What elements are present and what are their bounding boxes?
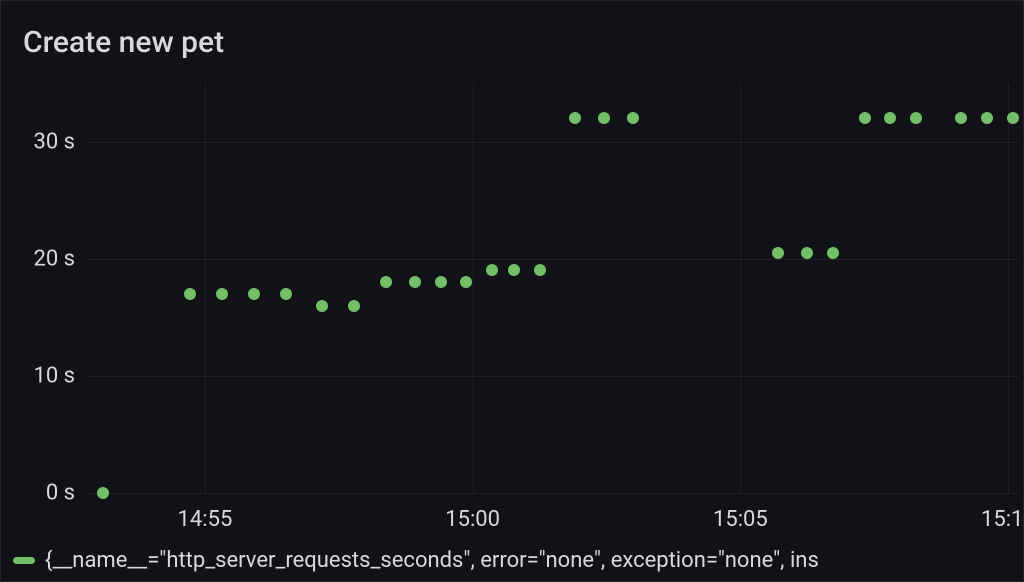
data-point[interactable] — [508, 264, 520, 276]
data-point[interactable] — [97, 487, 109, 499]
data-point[interactable] — [955, 112, 967, 124]
data-point[interactable] — [380, 276, 392, 288]
data-point[interactable] — [627, 112, 639, 124]
data-point[interactable] — [486, 264, 498, 276]
data-point[interactable] — [910, 112, 922, 124]
data-point[interactable] — [348, 300, 360, 312]
data-point[interactable] — [409, 276, 421, 288]
gridline-v — [740, 83, 741, 493]
data-point[interactable] — [216, 288, 228, 300]
x-tick-label: 15:10 — [981, 507, 1024, 532]
data-point[interactable] — [598, 112, 610, 124]
data-point[interactable] — [569, 112, 581, 124]
legend-swatch — [13, 557, 35, 564]
data-point[interactable] — [884, 112, 896, 124]
data-point[interactable] — [280, 288, 292, 300]
x-tick-label: 15:00 — [445, 507, 500, 532]
y-tick-label: 0 s — [46, 481, 75, 506]
x-tick-label: 14:55 — [178, 507, 233, 532]
legend-label: {__name__="http_server_requests_seconds"… — [45, 548, 819, 573]
y-tick-label: 10 s — [33, 363, 75, 388]
gridline-v — [205, 83, 206, 493]
data-point[interactable] — [1007, 112, 1019, 124]
data-point[interactable] — [460, 276, 472, 288]
legend[interactable]: {__name__="http_server_requests_seconds"… — [13, 548, 1023, 573]
data-point[interactable] — [801, 247, 813, 259]
data-point[interactable] — [534, 264, 546, 276]
gridline-h — [87, 259, 1019, 260]
data-point[interactable] — [859, 112, 871, 124]
y-tick-label: 30 s — [33, 129, 75, 154]
gridline-h — [87, 142, 1019, 143]
data-point[interactable] — [981, 112, 993, 124]
panel-title: Create new pet — [23, 25, 224, 60]
data-point[interactable] — [184, 288, 196, 300]
data-point[interactable] — [772, 247, 784, 259]
data-point[interactable] — [827, 247, 839, 259]
gridline-v — [473, 83, 474, 493]
gridline-h — [87, 493, 1019, 494]
gridline-v — [1008, 83, 1009, 493]
data-point[interactable] — [248, 288, 260, 300]
data-point[interactable] — [435, 276, 447, 288]
gridline-h — [87, 376, 1019, 377]
y-tick-label: 20 s — [33, 246, 75, 271]
chart-panel: Create new pet 0 s10 s20 s30 s14:5515:00… — [0, 0, 1024, 582]
data-point[interactable] — [316, 300, 328, 312]
plot-area[interactable]: 0 s10 s20 s30 s14:5515:0015:0515:10 — [87, 83, 1019, 493]
x-tick-label: 15:05 — [713, 507, 768, 532]
